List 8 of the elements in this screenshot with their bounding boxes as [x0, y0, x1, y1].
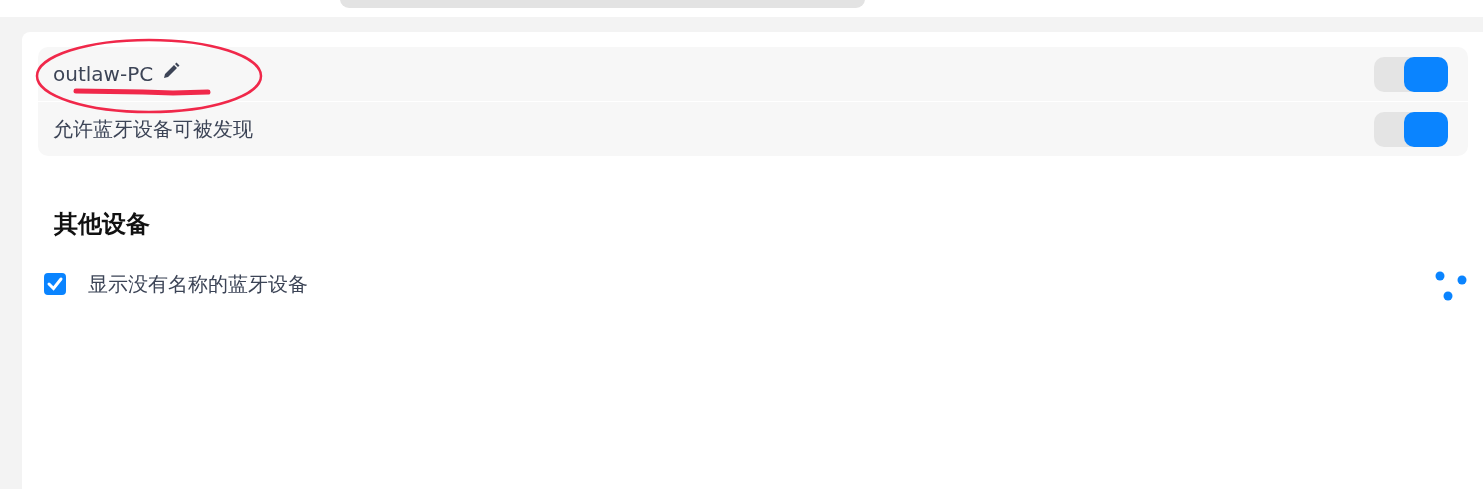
- setting-label: 允许蓝牙设备可被发现: [53, 115, 253, 143]
- pencil-icon[interactable]: [161, 61, 182, 81]
- checkbox-label: 显示没有名称的蓝牙设备: [88, 270, 308, 298]
- checkbox[interactable]: [44, 273, 66, 295]
- section-heading: 其他设备: [54, 209, 151, 240]
- device-name: outlaw-PC: [53, 62, 154, 86]
- toggle-switch[interactable]: [1374, 56, 1448, 92]
- toggle-switch[interactable]: [1374, 111, 1448, 147]
